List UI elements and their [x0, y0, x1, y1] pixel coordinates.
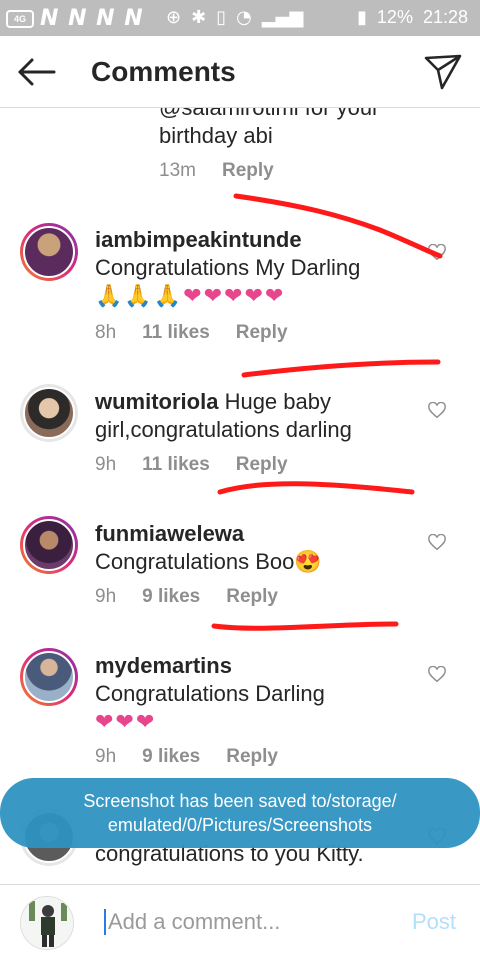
comment-username[interactable]: wumitoriola — [95, 389, 218, 414]
status-right: ▮ 12% 21:28 — [357, 7, 468, 28]
comment-time: 9h — [95, 454, 117, 475]
reply-button[interactable]: Reply — [236, 322, 288, 344]
likes-count[interactable]: 11 likes — [142, 454, 210, 476]
my-avatar — [20, 896, 74, 950]
avatar[interactable] — [20, 223, 78, 281]
comment-composer: Add a comment... Post — [0, 884, 480, 960]
page-title: Comments — [91, 56, 236, 87]
comment-time: 8h — [95, 322, 117, 343]
profile-photo-icon — [21, 897, 73, 949]
comment-time: 13m — [159, 160, 196, 181]
battery-icon: ▮ — [357, 7, 367, 27]
comment-meta: 8h 11 likes Reply — [95, 322, 288, 344]
comment-meta: 13m Reply — [159, 160, 274, 182]
carrier-marks: N N N N — [40, 6, 144, 31]
post-button[interactable]: Post — [412, 909, 456, 935]
status-icons: ⊕ ✱ ▯ ◔ ▂▄▆ — [166, 7, 303, 28]
comment-body: iambimpeakintunde Congratulations My Dar… — [95, 226, 415, 310]
comment-meta: 9h 11 likes Reply — [95, 454, 288, 476]
toast-line-2: emulated/0/Pictures/Screenshots — [107, 815, 373, 835]
sync-icon: ⊕ — [166, 7, 182, 28]
comment-body: wumitoriola Huge baby girl,congratulatio… — [95, 388, 415, 444]
comment-text: Congratulations Darling — [95, 681, 325, 706]
like-heart-icon[interactable] — [428, 534, 446, 552]
likes-count[interactable]: 11 likes — [142, 322, 210, 344]
comment-text: @salamirotimi for your birthday abi — [159, 108, 379, 148]
avatar[interactable] — [20, 384, 78, 442]
comment-time: 9h — [95, 586, 117, 607]
avatar[interactable] — [20, 516, 78, 574]
comments-list[interactable]: @salamirotimi for your birthday abi 13m … — [0, 108, 480, 884]
comment-body: funmiawelewa Congratulations Boo😍 — [95, 520, 415, 576]
comment-username[interactable]: mydemartins — [95, 652, 415, 680]
screenshot-toast: Screenshot has been saved to/storage/ em… — [0, 778, 480, 848]
comment-time: 9h — [95, 746, 117, 767]
reply-button[interactable]: Reply — [236, 454, 288, 476]
network-badge: 4G — [6, 9, 34, 28]
reply-button[interactable]: Reply — [226, 746, 278, 768]
back-arrow-icon[interactable] — [14, 50, 58, 94]
vibrate-icon: ▯ — [216, 7, 227, 28]
comment-username[interactable]: funmiawelewa — [95, 520, 415, 548]
bluetooth-icon: ✱ — [191, 7, 207, 28]
clock: 21:28 — [422, 7, 468, 27]
like-heart-icon[interactable] — [428, 244, 446, 262]
battery-level: 12% — [376, 7, 413, 27]
likes-count[interactable]: 9 likes — [142, 746, 200, 768]
app-header: Comments — [0, 36, 480, 108]
like-heart-icon[interactable] — [428, 666, 446, 684]
signal-icon: ▂▄▆ — [261, 7, 304, 28]
avatar[interactable] — [20, 648, 78, 706]
comment-meta: 9h 9 likes Reply — [95, 586, 278, 608]
direct-send-icon[interactable] — [422, 50, 464, 92]
comment-emojis: 🙏🙏🙏❤❤❤❤❤ — [95, 283, 286, 308]
comment-username[interactable]: iambimpeakintunde — [95, 226, 415, 254]
reply-button[interactable]: Reply — [222, 160, 274, 182]
toast-line-1: Screenshot has been saved to/storage/ — [83, 791, 397, 811]
comment-input[interactable]: Add a comment... — [104, 909, 394, 935]
comment-text: Congratulations My Darling — [95, 255, 361, 280]
comment-meta: 9h 9 likes Reply — [95, 746, 278, 768]
comment-emojis: ❤❤❤ — [95, 709, 157, 734]
status-bar: 4G N N N N ⊕ ✱ ▯ ◔ ▂▄▆ ▮ 12% 21:28 — [0, 0, 480, 36]
comment-body: mydemartins Congratulations Darling ❤❤❤ — [95, 652, 415, 736]
comment-text: Congratulations Boo😍 — [95, 549, 322, 574]
like-heart-icon[interactable] — [428, 402, 446, 420]
likes-count[interactable]: 9 likes — [142, 586, 200, 608]
reply-button[interactable]: Reply — [226, 586, 278, 608]
wifi-icon: ◔ — [236, 7, 252, 28]
status-left: 4G N N N N — [6, 6, 144, 31]
